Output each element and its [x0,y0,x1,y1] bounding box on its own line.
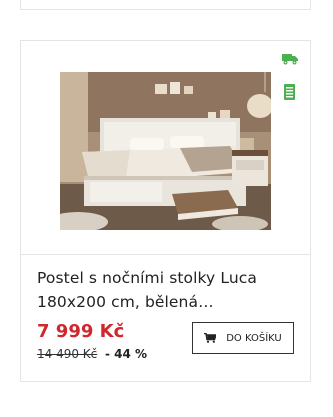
add-to-cart-button[interactable]: DO KOŠÍKU [192,322,294,354]
discount-badge: - 44 % [105,347,148,361]
previous-product-card [20,0,311,10]
product-image-area[interactable] [21,41,310,255]
cart-icon [204,333,217,343]
stock-available-icon [284,84,295,100]
product-old-price: 14 490 Kč [37,347,98,361]
product-title-link[interactable]: Postel s nočními stolky Luca 180x200 cm,… [37,266,299,314]
truck-icon [282,54,298,65]
product-card[interactable]: Postel s nočními stolky Luca 180x200 cm,… [20,40,311,382]
product-price: 7 999 Kč [37,321,125,342]
product-image[interactable] [60,72,271,230]
add-to-cart-label: DO KOŠÍKU [226,332,282,344]
